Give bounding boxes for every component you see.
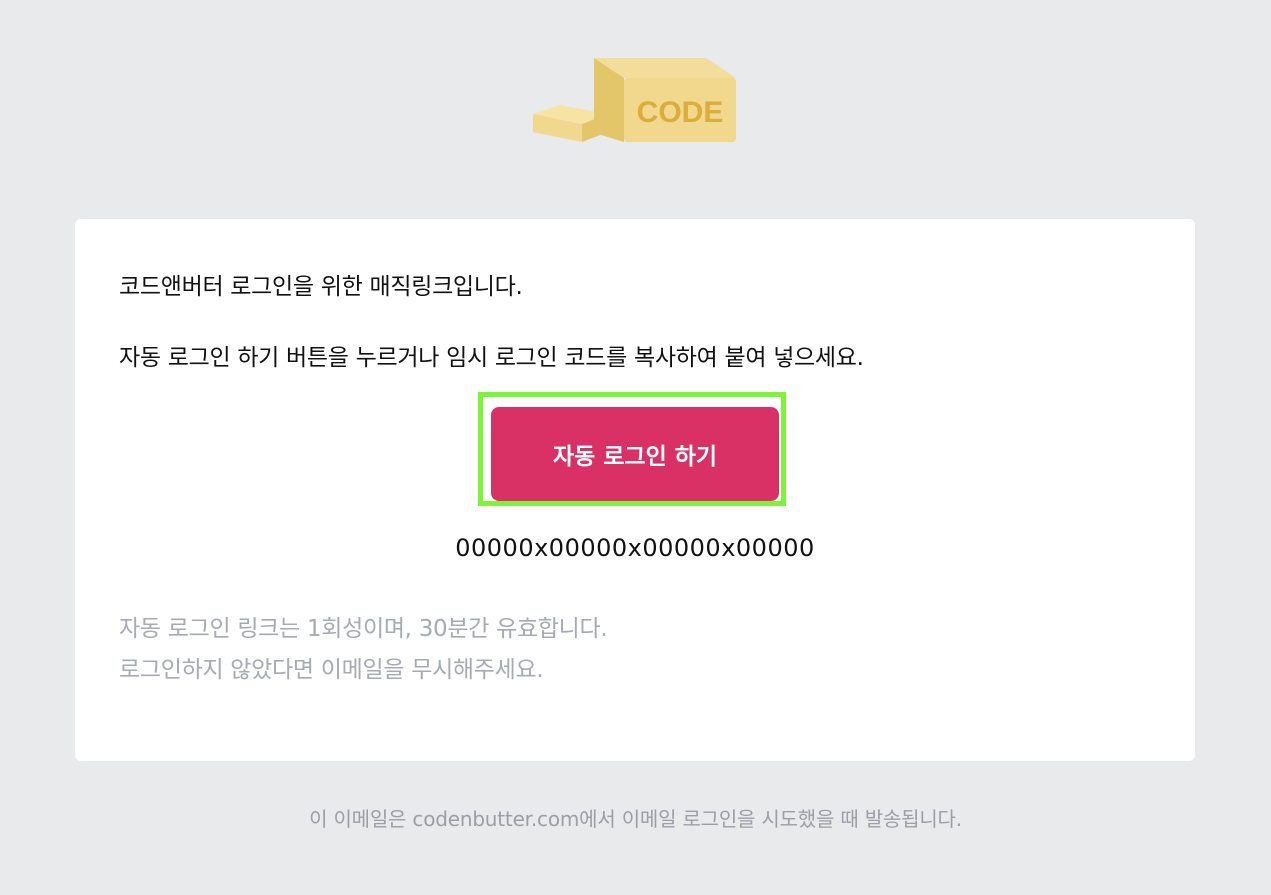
temporary-login-code[interactable]: 00000x00000x00000x00000	[75, 534, 1195, 562]
validity-note: 자동 로그인 링크는 1회성이며, 30분간 유효합니다.	[119, 616, 608, 642]
intro-text: 코드앤버터 로그인을 위한 매직링크입니다.	[119, 274, 523, 300]
ignore-note: 로그인하지 않았다면 이메일을 무시해주세요.	[119, 657, 544, 683]
logo-text: CODE	[637, 96, 724, 129]
magic-link-card: 코드앤버터 로그인을 위한 매직링크입니다. 자동 로그인 하기 버튼을 누르거…	[75, 219, 1195, 761]
codenbutter-logo: CODE	[530, 54, 740, 146]
butter-block-icon: CODE	[533, 58, 736, 142]
instruction-text: 자동 로그인 하기 버튼을 누르거나 임시 로그인 코드를 복사하여 붙여 넣으…	[119, 345, 864, 371]
auto-login-button[interactable]: 자동 로그인 하기	[491, 407, 779, 501]
footer-text: 이 이메일은 codenbutter.com에서 이메일 로그인을 시도했을 때…	[309, 807, 962, 831]
